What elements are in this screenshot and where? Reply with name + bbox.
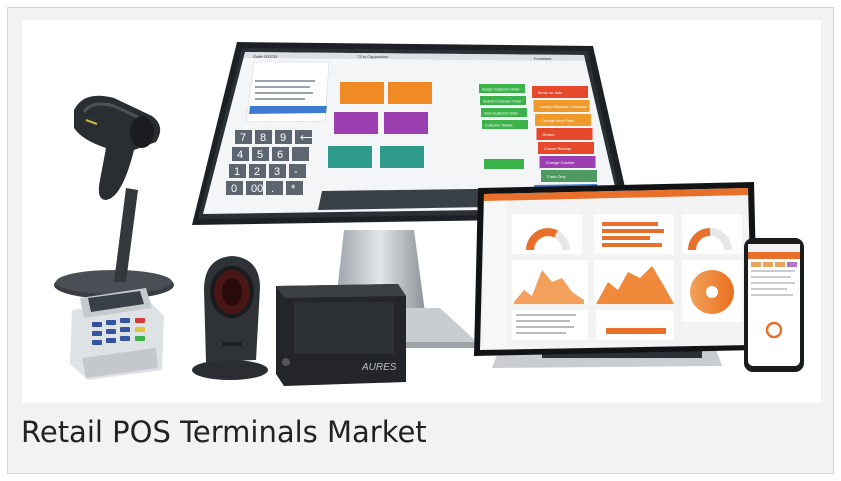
- keypad-key: 9: [275, 130, 292, 144]
- screen-function-button: Lookup Barcode / Location: [533, 100, 590, 112]
- svg-text:6: 6: [277, 149, 283, 161]
- svg-text:Assign Customer Order: Assign Customer Order: [482, 88, 520, 92]
- screen-green-button: Customer Details: [482, 120, 528, 129]
- svg-text:Cancel Receipt: Cancel Receipt: [544, 146, 572, 151]
- svg-text:Return: Return: [543, 132, 555, 137]
- screen-green-button: View Customer Order: [481, 108, 527, 117]
- screen-green-button: Search Customer Order: [480, 96, 526, 105]
- item-tile: [334, 112, 378, 134]
- svg-text:.: .: [271, 183, 274, 195]
- svg-text:Items on Sale: Items on Sale: [538, 90, 563, 95]
- card-payment-terminal: [70, 288, 164, 380]
- keypad-key: 1: [229, 164, 246, 178]
- svg-text:5: 5: [257, 149, 263, 161]
- keypad-key: 6: [272, 147, 289, 161]
- product-card: Order 000134 T2 to Cappuccino Functions …: [7, 7, 834, 474]
- svg-text:Cash Only: Cash Only: [547, 174, 566, 179]
- svg-text:⟵: ⟵: [300, 132, 316, 144]
- screen-green-button: Assign Customer Order: [479, 84, 525, 93]
- screen-function-button: Items on Sale: [532, 86, 588, 98]
- item-tile: [388, 82, 432, 104]
- svg-text:Customer Details: Customer Details: [485, 124, 513, 128]
- screen-function-button: Change Cashier: [539, 156, 596, 168]
- keypad-key: 8: [255, 130, 272, 144]
- svg-text:2: 2: [254, 166, 260, 178]
- keypad-key: 3: [269, 164, 286, 178]
- screen-function-button: Return: [536, 128, 593, 140]
- screen-header-right: Functions: [534, 56, 551, 61]
- keypad-key: 4: [232, 147, 249, 161]
- receipt-printer: AURES: [276, 284, 406, 386]
- svg-text:00: 00: [251, 183, 263, 195]
- screen-header-mid: T2 to Cappuccino: [357, 54, 389, 59]
- item-tile: [384, 112, 428, 134]
- svg-text:-: -: [294, 166, 298, 178]
- svg-text:7: 7: [240, 132, 246, 144]
- svg-text:4: 4: [237, 149, 243, 161]
- svg-text:View Customer Order: View Customer Order: [484, 112, 519, 116]
- item-tile: [328, 146, 372, 168]
- svg-text:Change Item Price: Change Item Price: [541, 118, 575, 123]
- svg-text:1: 1: [234, 166, 240, 178]
- keypad-key: [292, 147, 309, 161]
- svg-text:3: 3: [274, 166, 280, 178]
- keypad-key: 00: [246, 181, 263, 195]
- screen-function-button: Cancel Receipt: [538, 142, 594, 154]
- svg-text:8: 8: [260, 132, 266, 144]
- keypad-key: 2: [249, 164, 266, 178]
- screen-function-button: Change Item Price: [535, 114, 591, 126]
- dashboard-tablet: [474, 182, 758, 356]
- payment-keypad: [92, 318, 130, 345]
- svg-text:Change Cashier: Change Cashier: [546, 160, 576, 165]
- screen-header-left: Order 000134: [253, 54, 279, 59]
- smartphone: [744, 238, 804, 372]
- item-tile: [340, 82, 384, 104]
- svg-text:*: *: [291, 183, 296, 195]
- product-image: Order 000134 T2 to Cappuccino Functions …: [22, 20, 821, 403]
- svg-text:0: 0: [231, 183, 237, 195]
- handheld-barcode-scanner: [54, 95, 174, 299]
- keypad-key: *: [286, 181, 303, 195]
- svg-text:Search Customer Order: Search Customer Order: [483, 100, 522, 104]
- keypad-key: 5: [252, 147, 269, 161]
- product-caption: Retail POS Terminals Market: [21, 415, 427, 449]
- keypad-key: .: [266, 181, 283, 195]
- pos-devices-illustration: Order 000134 T2 to Cappuccino Functions …: [54, 42, 804, 386]
- svg-text:Lookup Barcode / Location: Lookup Barcode / Location: [540, 104, 588, 109]
- item-tile: [380, 146, 424, 168]
- printer-brand-logo: AURES: [361, 362, 397, 373]
- svg-text:9: 9: [280, 132, 286, 144]
- screen-function-buttons: Items on Sale Lookup Barcode / Location Ch…: [532, 86, 597, 182]
- keypad-key: ⟵: [295, 130, 316, 144]
- keypad-key: 0: [226, 181, 243, 195]
- tablet-dashboard: [512, 214, 742, 340]
- screen-function-button: Cash Only: [541, 170, 597, 182]
- keypad-key: -: [289, 164, 306, 178]
- omnidirectional-scanner: [192, 256, 268, 380]
- keypad-key: 7: [235, 130, 252, 144]
